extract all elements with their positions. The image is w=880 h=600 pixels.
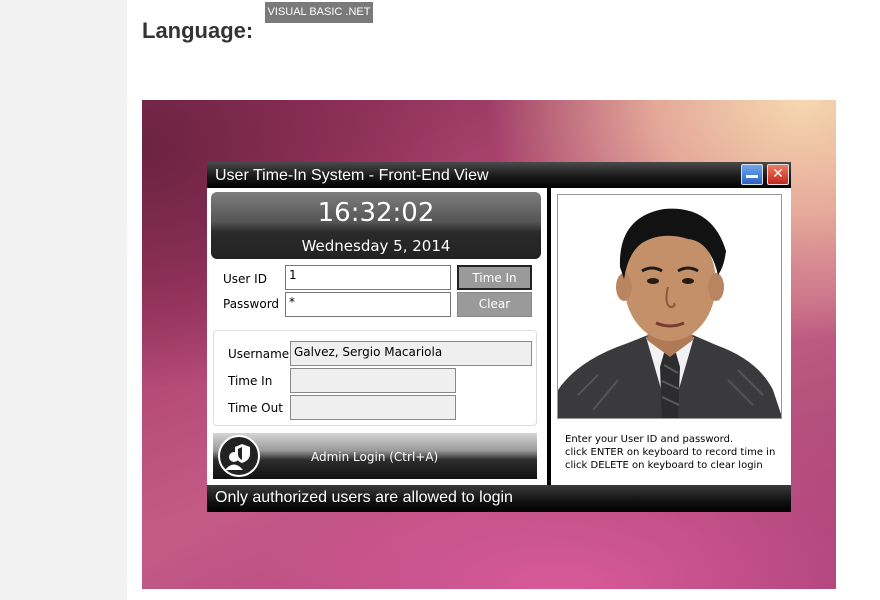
language-heading: Language: xyxy=(142,18,254,43)
left-gutter xyxy=(0,0,127,600)
admin-login-button[interactable]: Admin Login (Ctrl+A) xyxy=(213,433,537,479)
admin-login-label: Admin Login (Ctrl+A) xyxy=(311,450,439,464)
time-in-label: Time In xyxy=(228,374,273,388)
user-id-field[interactable]: 1 xyxy=(285,265,451,290)
time-out-field xyxy=(290,395,456,420)
password-field[interactable]: * xyxy=(285,292,451,317)
clear-button[interactable]: Clear xyxy=(457,292,532,317)
status-bar: Only authorized users are allowed to log… xyxy=(207,485,791,512)
password-label: Password xyxy=(223,297,280,311)
screenshot-banner: User Time-In System - Front-End View ✕ 1… xyxy=(142,100,836,589)
clock-date: Wednesday 5, 2014 xyxy=(301,237,451,255)
right-panel: Enter your User ID and password. click E… xyxy=(551,188,791,485)
time-in-button[interactable]: Time In xyxy=(457,265,532,290)
user-info-group: Username Galvez, Sergio Macariola Time I… xyxy=(213,330,537,426)
clock-panel: 16:32:02 Wednesday 5, 2014 xyxy=(211,192,541,259)
left-panel: 16:32:02 Wednesday 5, 2014 User ID 1 Tim… xyxy=(207,188,547,485)
window-title: User Time-In System - Front-End View xyxy=(215,167,489,184)
title-bar[interactable]: User Time-In System - Front-End View ✕ xyxy=(207,162,791,188)
language-tag[interactable]: VISUAL BASIC .NET xyxy=(265,2,373,23)
app-window: User Time-In System - Front-End View ✕ 1… xyxy=(207,162,791,512)
close-icon[interactable]: ✕ xyxy=(767,164,789,185)
username-field: Galvez, Sergio Macariola xyxy=(290,341,532,366)
user-photo xyxy=(557,194,782,419)
minimize-icon[interactable] xyxy=(741,164,763,185)
time-in-field xyxy=(290,368,456,393)
instructions: Enter your User ID and password. click E… xyxy=(565,433,775,472)
clock-time: 16:32:02 xyxy=(317,198,435,228)
username-label: Username xyxy=(228,347,290,361)
admin-shield-user-icon xyxy=(218,435,260,477)
instruction-line: click ENTER on keyboard to record time i… xyxy=(565,447,776,458)
instruction-line: click DELETE on keyboard to clear login xyxy=(565,460,763,471)
instruction-line: Enter your User ID and password. xyxy=(565,434,734,445)
status-message: Only authorized users are allowed to log… xyxy=(215,489,513,506)
user-id-label: User ID xyxy=(223,272,267,286)
time-out-label: Time Out xyxy=(228,401,283,415)
